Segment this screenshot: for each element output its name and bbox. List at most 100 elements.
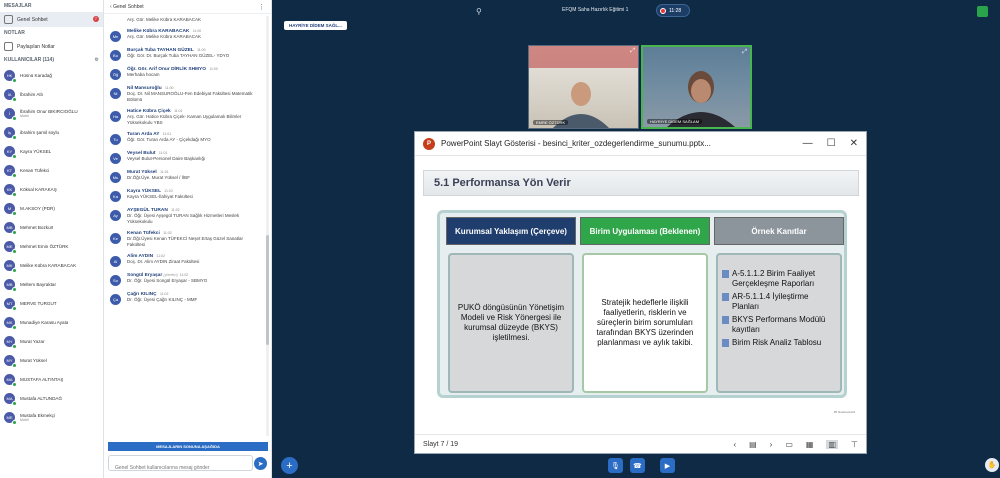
send-icon: ➤ [257,460,264,468]
avatar: MT [4,298,17,311]
sidebar-item-shared-notes[interactable]: Paylaşılan Notlar [0,39,103,54]
column-evidence: Örnek Kanıtlar A-5.1.1.2 Birim Faaliyet … [714,217,844,393]
online-status-icon [12,78,17,83]
avatar: MA [4,374,17,387]
online-status-icon [12,135,17,140]
minimize-icon[interactable]: — [803,138,813,149]
avatar: MK [4,260,17,273]
user-list-item[interactable]: MY Murat Yüksel [0,351,103,370]
user-list-item[interactable]: MK Munadiye Karasu Ayata [0,313,103,332]
more-options-icon[interactable]: ⋮ [258,3,265,11]
settings-icon[interactable]: ⚙ [95,57,99,63]
avatar: Al [110,256,121,267]
slide-menu-icon[interactable]: ▤ [749,440,757,449]
chat-scrollbar-track[interactable] [266,16,269,436]
message-time: 11:02 [156,254,165,258]
user-list-item[interactable]: MA Mustafa ALTUNDAĞ [0,389,103,408]
camera-button[interactable]: ▶ [660,458,675,473]
message-time: 11:01 [174,109,183,113]
user-list-item[interactable]: MA MUSTAFA ALTINTAŞ [0,370,103,389]
next-slide-icon[interactable]: › [770,440,773,449]
user-name: Mehmet Emin ÖZTÜRK [20,244,69,249]
reading-view-icon[interactable]: ▥ [826,440,839,449]
message-text: Doç. Dr. Alim AYDIN Ziraat Fakültesi [127,259,200,264]
message-list: Arş. Gör. Melike Kübra KARABACAK Me Melike… [104,14,268,442]
user-text: Kayra YÜKSEL [20,149,51,154]
user-list-item[interactable]: KK Köksal KARAKAŞ [0,180,103,199]
previous-slide-icon[interactable]: ‹ [733,440,736,449]
powerpoint-window[interactable]: P PowerPoint Slayt Gösterisi - besinci_k… [414,131,867,454]
slide-sorter-icon[interactable]: ▦ [806,440,814,449]
chat-header: ‹ Genel Sohbet ⋮ [104,0,271,14]
jump-to-latest-button[interactable]: MESAJLARIN SONUNA AŞAĞIDA [108,442,268,451]
avatar: İ [4,108,17,121]
user-text: Mehmet Emin ÖZTÜRK [20,244,69,249]
presenter-icon[interactable]: ⊤ [851,440,858,449]
user-list-item[interactable]: MT MERVE TURGUT [0,294,103,313]
user-text: Mehmet Bozkurt [20,225,53,230]
chat-input-wrapper [108,455,253,475]
recording-indicator[interactable]: 11:28 [656,4,690,17]
user-text: İbrahim Atlı [20,92,43,97]
meeting-area: ⚲ EFQM Saha Hazırlık Eğitimi 1 11:28 HAY… [272,0,1000,478]
mute-button[interactable]: 🎙 [608,458,623,473]
message-text: Dr.Öğr.Üyesi Kenan TÜFEKCİ Neşet Ertaş G… [127,236,243,247]
user-text: Mustafa ALTUNDAĞ [20,396,62,401]
normal-view-icon[interactable]: ▭ [785,440,793,449]
online-status-icon [12,97,17,102]
raise-hand-button[interactable]: ✋ [985,458,999,472]
message-text: Dr. Öğr. Üyesi Songül Eryaşar - SBMYO [127,278,208,283]
close-icon[interactable]: ✕ [850,138,858,149]
user-list-item[interactable]: İş ibrahim şamil soylu [0,123,103,142]
avatar: MY [4,355,17,368]
video-tile[interactable]: ⤢ HAYRİYE DİDEM SAĞLAM [641,45,752,129]
avatar: MB [4,279,17,292]
video-tile[interactable]: ⤢ EMRE ÖZTÜRK [528,45,639,129]
avatar: M [4,203,17,216]
send-button[interactable]: ➤ [254,457,267,470]
message-time: 11:00 [209,67,218,71]
sidebar-item-general-chat[interactable]: Genel Sohbet 7 [0,12,103,27]
hand-icon: ✋ [987,462,997,469]
user-text: Mustafa Ekmekçi Mobil [20,413,55,422]
record-icon [660,7,666,14]
signal-strength-icon[interactable] [977,6,988,17]
user-list-item[interactable]: MB Mehmet Bozkurt [0,218,103,237]
chat-message-input[interactable] [109,461,252,475]
user-list-item[interactable]: İA İbrahim Atlı [0,85,103,104]
users-section-label: KULLANICILAR (114) ⚙ [4,57,99,63]
user-list-item[interactable]: MK Melike Kübra KARABACAK [0,256,103,275]
user-list-item[interactable]: ME Mustafa Ekmekçi Mobil [0,408,103,427]
message-time: 11:02 [163,231,172,235]
audio-button[interactable]: ☎ [630,458,645,473]
avatar: HK [4,70,17,83]
messages-section-label: MESAJLAR [4,3,32,9]
chat-message: Tu Turan Arda AY 11:01 Öğr. Gör. Turan Ard… [104,129,268,148]
connection-icon[interactable]: ⚲ [476,7,482,16]
user-list-item[interactable]: MY Murat Yazar [0,332,103,351]
user-list-item[interactable]: ME Mehmet Emin ÖZTÜRK [0,237,103,256]
chat-message: Ça Çağrı KILINÇ 11:02 Dr. Öğr. Üyesi Çağrı… [104,289,268,308]
maximize-icon[interactable]: ⤢ [630,48,635,55]
user-list-item[interactable]: KY Kayra YÜKSEL [0,142,103,161]
user-list-item[interactable]: KT Kenan Tüfekci [0,161,103,180]
user-name: Murat Yazar [20,339,45,344]
user-list-item[interactable]: M M.AKSOY (PDR) [0,199,103,218]
user-name: Kayra YÜKSEL [20,149,52,154]
column-unit-practice: Birim Uygulaması (Beklenen) Stratejik he… [580,217,710,393]
maximize-window-icon[interactable]: ☐ [827,138,836,149]
add-action-button[interactable]: + [281,457,298,474]
user-list-item[interactable]: MB Meltem Bayraktar [0,275,103,294]
video-name-label: HAYRİYE DİDEM SAĞLAM [647,119,703,124]
user-list-item[interactable]: İ İbrahim Onur BIKIRCIOĞLU Mobil [0,104,103,123]
avatar: Ka [110,191,121,202]
user-name: Murat Yüksel [20,358,47,363]
user-name: Hüsnü Karadağ [20,73,52,78]
avatar: KK [4,184,17,197]
maximize-icon[interactable]: ⤢ [742,49,747,56]
user-list-item[interactable]: HK Hüsnü Karadağ [0,66,103,85]
user-name: MUSTAFA ALTINTAŞ [20,377,64,382]
online-status-icon [12,154,17,159]
message-text: Arş. Gör. Melike Kübra KARABACAK [127,17,202,22]
chat-scrollbar-thumb[interactable] [266,235,269,345]
